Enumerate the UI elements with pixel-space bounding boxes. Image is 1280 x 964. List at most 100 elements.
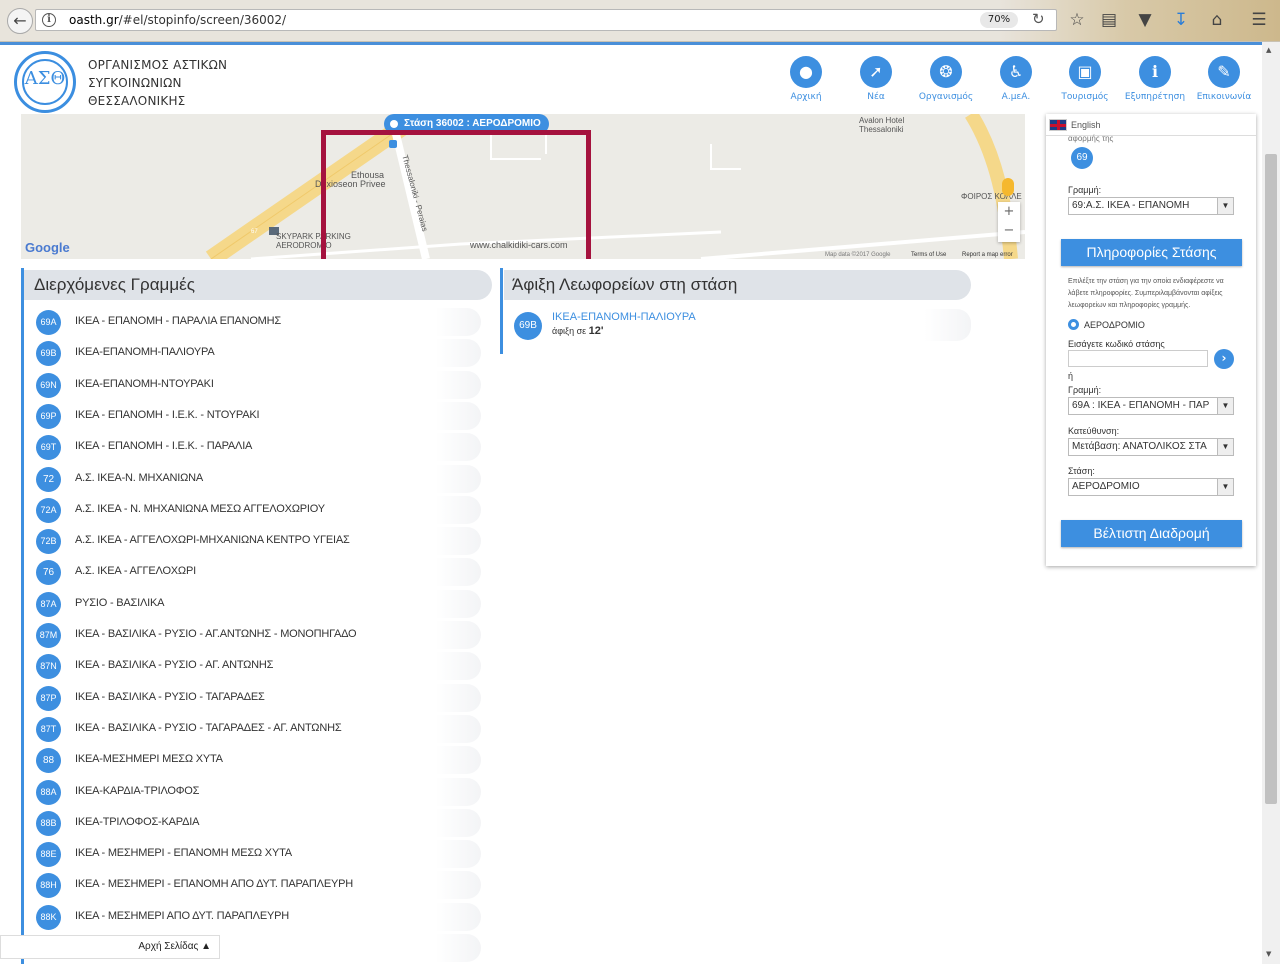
arrivals-panel-title: Άφιξη Λεωφορείων στη στάση bbox=[504, 270, 971, 300]
line-code-badge: 87T bbox=[36, 717, 61, 742]
scrollbar-thumb[interactable] bbox=[1265, 154, 1277, 804]
map-data-credit: Map data ©2017 Google bbox=[825, 252, 891, 258]
line-row[interactable]: 88K ΙΚΕΑ - ΜΕΣΗΜΕΡΙ ΑΠΟ ΔΥΤ. ΠΑΡΑΠΛΕΥΡΗ bbox=[26, 903, 481, 931]
arrival-line-name[interactable]: ΙΚΕΑ-ΕΠΑΝΟΜΗ-ΠΑΛΙΟΥΡΑ bbox=[552, 311, 696, 323]
highlight-box bbox=[321, 130, 591, 259]
reading-list-icon[interactable]: ▤ bbox=[1098, 10, 1120, 30]
line-name: ΙΚΕΑ-ΜΕΣΗΜΕΡΙ ΜΕΣΩ ΧΥΤΑ bbox=[75, 753, 223, 765]
map-view[interactable]: Avalon Hotel Thessaloniki Ethousa Dexiose… bbox=[21, 114, 1025, 259]
line-row[interactable]: 87P ΙΚΕΑ - ΒΑΣΙΛΙΚΑ - ΡΥΣΙΟ - ΤΑΓΑΡΑΔΕΣ bbox=[26, 684, 481, 712]
line-code-badge: 72B bbox=[36, 529, 61, 554]
stop-code-input[interactable] bbox=[1068, 350, 1208, 367]
line-name: ΙΚΕΑ - ΜΕΣΗΜΕΡΙ ΑΠΟ ΔΥΤ. ΠΑΡΑΠΛΕΥΡΗ bbox=[75, 910, 289, 922]
submit-arrow-icon[interactable]: › bbox=[1214, 349, 1234, 369]
nav-accessibility[interactable]: ♿ Α.μεΑ. bbox=[981, 56, 1051, 102]
info-icon: i bbox=[1139, 56, 1171, 88]
page-scrollbar[interactable]: ▲ ▼ bbox=[1262, 42, 1280, 964]
or-label: ή bbox=[1068, 371, 1074, 381]
scroll-up-icon[interactable]: ▲ bbox=[1266, 46, 1271, 54]
line-row[interactable]: 69P ΙΚΕΑ - ΕΠΑΝΟΜΗ - Ι.Ε.Κ. - ΝΤΟΥΡΑΚΙ bbox=[26, 402, 481, 430]
line-row[interactable]: 88 ΙΚΕΑ-ΜΕΣΗΜΕΡΙ ΜΕΣΩ ΧΥΤΑ bbox=[26, 746, 481, 774]
line-row[interactable]: 88B ΙΚΕΑ-ΤΡΙΛΟΦΟΣ-ΚΑΡΔΙΑ bbox=[26, 809, 481, 837]
nav-service[interactable]: i Εξυπηρέτηση bbox=[1120, 56, 1190, 102]
line-badge[interactable]: 69 bbox=[1071, 147, 1093, 169]
line-code-badge: 69T bbox=[36, 435, 61, 460]
scroll-down-icon[interactable]: ▼ bbox=[1266, 950, 1271, 958]
line-row[interactable]: 88H ΙΚΕΑ - ΜΕΣΗΜΕΡΙ - ΕΠΑΝΟΜΗ ΑΠΟ ΔΥΤ. ΠΑ… bbox=[26, 871, 481, 899]
line-row[interactable]: 87A ΡΥΣΙΟ - ΒΑΣΙΛΙΚΑ bbox=[26, 590, 481, 618]
line-name: ΙΚΕΑ-ΕΠΑΝΟΜΗ-ΠΑΛΙΟΥΡΑ bbox=[75, 346, 215, 358]
map-zoom-in-button[interactable]: + bbox=[998, 202, 1020, 221]
stop-info-button[interactable]: Πληροφορίες Στάσης bbox=[1061, 239, 1242, 266]
logo-letters: ΑΣΘ bbox=[24, 68, 66, 89]
url-text: oasth.gr/#el/stopinfo/screen/36002/ bbox=[69, 13, 287, 27]
bus-wheel-icon: ❂ bbox=[930, 56, 962, 88]
arrival-item[interactable]: 69B ΙΚΕΑ-ΕΠΑΝΟΜΗ-ΠΑΛΙΟΥΡΑ άφιξη σε 12' bbox=[505, 309, 971, 341]
line2-select[interactable]: 69Α : ΙΚΕΑ - ΕΠΑΝΟΜΗ - ΠΑΡ ▼ bbox=[1068, 397, 1234, 415]
reload-icon[interactable]: ↻ bbox=[1032, 10, 1045, 28]
download-icon[interactable]: ↧ bbox=[1170, 10, 1192, 30]
line-row[interactable]: 69N ΙΚΕΑ-ΕΠΑΝΟΜΗ-ΝΤΟΥΡΑΚΙ bbox=[26, 371, 481, 399]
google-logo[interactable]: Google bbox=[25, 240, 70, 255]
line-row[interactable]: 76 Α.Σ. ΙΚΕΑ - ΑΓΓΕΛΟΧΩΡΙ bbox=[26, 558, 481, 586]
info-icon[interactable]: i bbox=[42, 13, 56, 27]
oasth-logo[interactable]: ΑΣΘ bbox=[14, 51, 76, 113]
site-header: ΑΣΘ ΟΡΓΑΝΙΣΜΟΣ ΑΣΤΙΚΩΝ ΣΥΓΚΟΙΝΩΝΙΩΝ ΘΕΣΣ… bbox=[0, 42, 1268, 114]
address-bar[interactable]: i oasth.gr/#el/stopinfo/screen/36002/ 70… bbox=[35, 9, 1057, 31]
org-line-2: ΣΥΓΚΟΙΝΩΝΙΩΝ bbox=[88, 76, 182, 90]
line-row[interactable]: 87T ΙΚΕΑ - ΒΑΣΙΛΙΚΑ - ΡΥΣΙΟ - ΤΑΓΑΡΑΔΕΣ -… bbox=[26, 715, 481, 743]
stop-dot-icon bbox=[390, 120, 398, 128]
line-name: ΙΚΕΑ - ΒΑΣΙΛΙΚΑ - ΡΥΣΙΟ - ΤΑΓΑΡΑΔΕΣ bbox=[75, 691, 265, 703]
lines-panel-bar bbox=[21, 268, 24, 964]
stop-select[interactable]: ΑΕΡΟΔΡΟΜΙΟ ▼ bbox=[1068, 478, 1234, 496]
line-code-badge: 69B bbox=[36, 341, 61, 366]
line-row[interactable]: 72 Α.Σ. ΙΚΕΑ-Ν. ΜΗΧΑΝΙΩΝΑ bbox=[26, 465, 481, 493]
chevron-down-icon: ▼ bbox=[1217, 198, 1233, 214]
instructions-text: Επιλέξτε την στάση για την οποία ενδιαφέ… bbox=[1068, 278, 1224, 309]
line-row[interactable]: 69T ΙΚΕΑ - ΕΠΑΝΟΜΗ - Ι.Ε.Κ. - ΠΑΡΑΛΙΑ bbox=[26, 433, 481, 461]
org-line-3: ΘΕΣΣΑΛΟΝΙΚΗΣ bbox=[88, 94, 186, 108]
map-zoom-out-button[interactable]: − bbox=[998, 221, 1020, 240]
line-row[interactable]: 88E ΙΚΕΑ - ΜΕΣΗΜΕΡΙ - ΕΠΑΝΟΜΗ ΜΕΣΩ ΧΥΤΑ bbox=[26, 840, 481, 868]
wheelchair-icon: ♿ bbox=[1000, 56, 1032, 88]
language-english-link[interactable]: English bbox=[1071, 120, 1101, 130]
line-name: ΙΚΕΑ - ΕΠΑΝΟΜΗ - Ι.Ε.Κ. - ΠΑΡΑΛΙΑ bbox=[75, 440, 253, 452]
top-of-page-button[interactable]: Αρχή Σελίδας ▲ bbox=[0, 935, 220, 959]
bookmark-star-icon[interactable]: ☆ bbox=[1066, 10, 1088, 30]
zoom-indicator[interactable]: 70% bbox=[980, 12, 1018, 28]
line-select[interactable]: 69:Α.Σ. ΙΚΕΑ - ΕΠΑΝΟΜΗ ▼ bbox=[1068, 197, 1234, 215]
line-label: Γραμμή: bbox=[1068, 185, 1102, 195]
line-row[interactable]: 69A ΙΚΕΑ - ΕΠΑΝΟΜΗ - ΠΑΡΑΛΙΑ ΕΠΑΝΟΜΗΣ bbox=[26, 308, 481, 336]
line-row[interactable]: 87M ΙΚΕΑ - ΒΑΣΙΛΙΚΑ - ΡΥΣΙΟ - ΑΓ.ΑΝΤΩΝΗΣ … bbox=[26, 621, 481, 649]
home-icon[interactable]: ⌂ bbox=[1206, 10, 1228, 30]
direction-select[interactable]: Μετάβαση: ΑΝΑΤΟΛΙΚΟΣ ΣΤΑ ▼ bbox=[1068, 438, 1234, 456]
nav-organization[interactable]: ❂ Οργανισμός bbox=[911, 56, 981, 102]
line-row[interactable]: 87N ΙΚΕΑ - ΒΑΣΙΛΙΚΑ - ΡΥΣΙΟ - ΑΓ. ΑΝΤΩΝΗΣ bbox=[26, 652, 481, 680]
line-name: ΙΚΕΑ - ΕΠΑΝΟΜΗ - ΠΑΡΑΛΙΑ ΕΠΑΝΟΜΗΣ bbox=[75, 315, 281, 327]
uk-flag-icon bbox=[1049, 119, 1067, 131]
line-code-badge: 72A bbox=[36, 498, 61, 523]
back-button-icon[interactable]: ← bbox=[7, 8, 33, 34]
line-code-badge: 69A bbox=[36, 310, 61, 335]
menu-icon[interactable]: ☰ bbox=[1248, 10, 1270, 30]
line-row[interactable]: 72B Α.Σ. ΙΚΕΑ - ΑΓΓΕΛΟΧΩΡΙ-ΜΗΧΑΝΙΩΝΑ ΚΕΝΤ… bbox=[26, 527, 481, 555]
line-row[interactable]: 72A Α.Σ. ΙΚΕΑ - Ν. ΜΗΧΑΝΙΩΝΑ ΜΕΣΩ ΑΓΓΕΛΟΧ… bbox=[26, 496, 481, 524]
pocket-icon[interactable]: ▼ bbox=[1134, 10, 1156, 30]
lines-panel-title: Διερχόμενες Γραμμές bbox=[24, 270, 492, 300]
chevron-down-icon: ▼ bbox=[1217, 479, 1233, 495]
nav-tourism[interactable]: ▣ Τουρισμός bbox=[1050, 56, 1120, 102]
map-report-link[interactable]: Report a map error bbox=[962, 251, 1013, 259]
street-view-pegman-icon[interactable] bbox=[1002, 178, 1014, 196]
arrivals-panel-bar bbox=[500, 268, 503, 354]
best-route-button[interactable]: Βέλτιστη Διαδρομή bbox=[1061, 520, 1242, 547]
nav-news[interactable]: ➚ Νέα bbox=[841, 56, 911, 102]
nav-home[interactable]: ● Αρχική bbox=[771, 56, 841, 102]
pencil-icon: ✎ bbox=[1208, 56, 1240, 88]
line-row[interactable]: 88A ΙΚΕΑ-ΚΑΡΔΙΑ-ΤΡΙΛΟΦΟΣ bbox=[26, 778, 481, 806]
nav-contact[interactable]: ✎ Επικοινωνία bbox=[1189, 56, 1259, 102]
radio-button[interactable] bbox=[1068, 319, 1079, 330]
nav-label: Τουρισμός bbox=[1061, 92, 1109, 102]
chevron-down-icon: ▼ bbox=[1217, 398, 1233, 414]
line-row[interactable]: 69B ΙΚΕΑ-ΕΠΑΝΟΜΗ-ΠΑΛΙΟΥΡΑ bbox=[26, 339, 481, 367]
map-terms-link[interactable]: Terms of Use bbox=[911, 251, 946, 259]
